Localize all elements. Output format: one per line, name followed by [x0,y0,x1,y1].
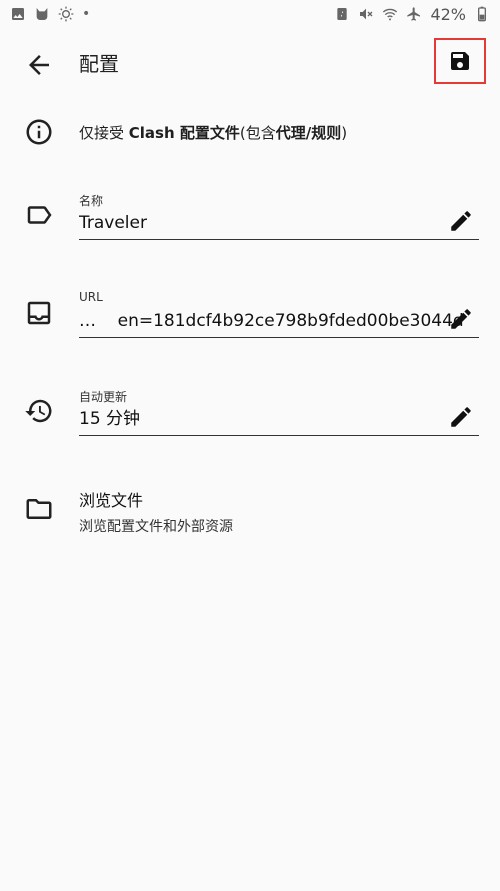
name-label: 名称 [79,194,104,208]
mute-icon [360,8,373,20]
url-value: … en=181dcf4b92ce798b9fded00be3044d [79,308,479,338]
info-bold-content: 代理/规则 [275,124,342,142]
airplane-icon [407,7,421,21]
browse-files-row[interactable]: 浏览文件 浏览配置文件和外部资源 [0,485,500,540]
auto-update-value: 15 分钟 [79,406,479,436]
save-icon [451,52,469,70]
battery-icon [478,6,486,22]
name-value: Traveler [79,210,479,240]
update-clock-icon [25,399,52,423]
label-tag-icon [27,206,52,224]
status-bar: • 42% [0,0,500,28]
sync-icon [337,8,348,20]
url-label: URL [79,290,103,304]
auto-update-field-row[interactable]: 自动更新 15 分钟 [0,386,500,441]
edit-url-icon[interactable] [448,306,474,332]
status-left: • [10,6,90,22]
auto-update-label: 自动更新 [79,390,128,404]
app-bar: 配置 [0,28,500,100]
image-icon [12,8,24,20]
browse-files-title: 浏览文件 [79,491,144,510]
brightness-icon [58,6,74,22]
edit-name-icon[interactable] [448,208,474,234]
status-right: 42% [334,5,490,24]
battery-percent: 42% [430,4,466,24]
url-field-row[interactable]: URL … en=181dcf4b92ce798b9fded00be3044d [0,288,500,343]
wifi-icon [383,8,398,21]
info-icon [26,119,52,145]
back-arrow-icon[interactable] [24,50,54,80]
info-suffix: ) [341,124,348,142]
info-bold-format: Clash 配置文件 [128,124,240,142]
status-dot: • [82,6,91,22]
info-text: 仅接受 Clash 配置文件(包含代理/规则) [79,122,347,143]
cat-icon [36,8,48,20]
browse-files-subtitle: 浏览配置文件和外部资源 [79,519,233,535]
info-row: 仅接受 Clash 配置文件(包含代理/规则) [0,115,500,151]
save-button[interactable] [434,38,486,84]
inbox-icon [27,301,51,325]
info-prefix: 仅接受 [79,124,129,142]
folder-icon [26,499,52,519]
page-title: 配置 [79,52,119,76]
edit-auto-update-icon[interactable] [448,404,474,430]
name-field-row[interactable]: 名称 Traveler [0,190,500,245]
info-middle: (包含 [239,124,276,142]
